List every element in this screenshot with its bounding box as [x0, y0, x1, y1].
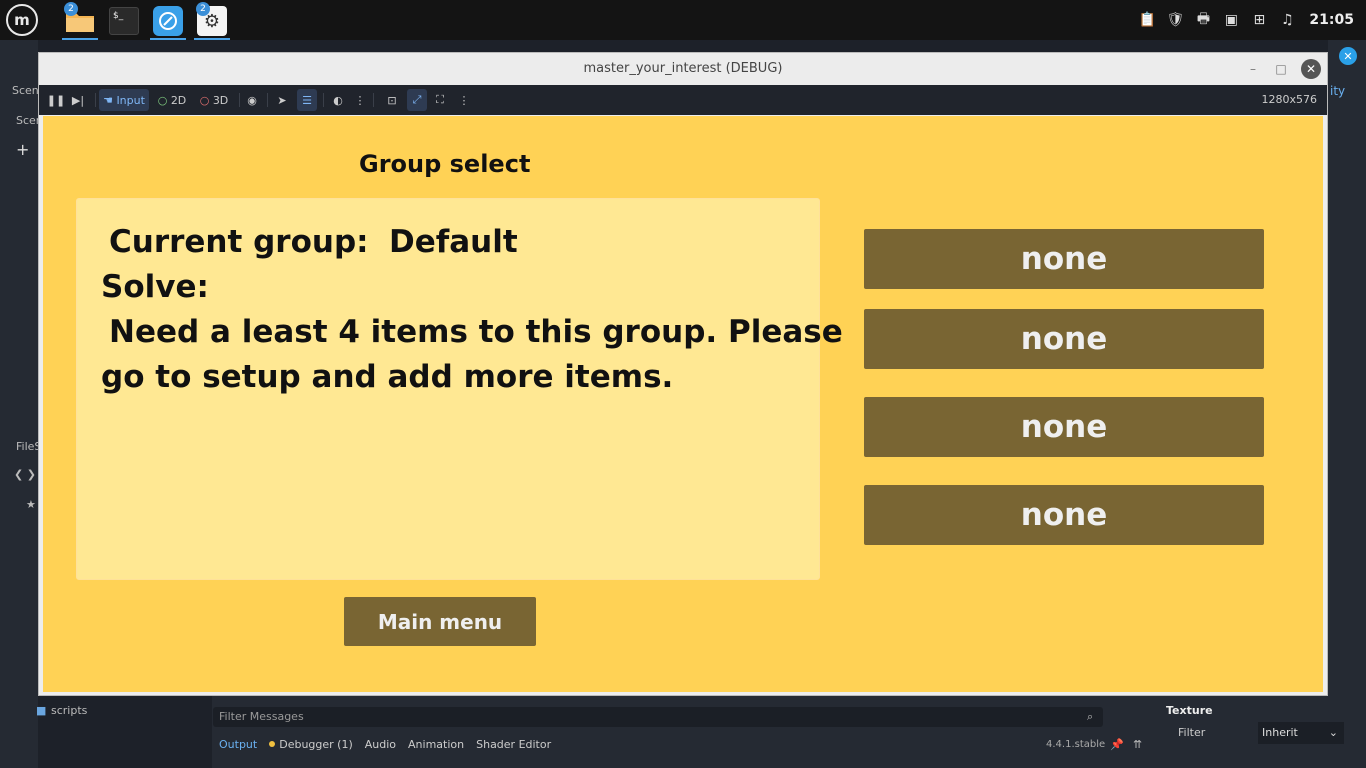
- taskbar-terminal-app[interactable]: $_: [106, 4, 142, 38]
- window-titlebar[interactable]: master_your_interest (DEBUG) – □ ✕: [39, 53, 1327, 85]
- editor-right-dock: [1328, 40, 1366, 696]
- tab-output[interactable]: Output: [219, 738, 257, 752]
- tab-animation[interactable]: Animation: [408, 738, 464, 752]
- more-options-icon[interactable]: ⋮: [353, 89, 367, 111]
- pointer-icon: ☚: [103, 93, 113, 107]
- fit-to-screen-icon[interactable]: ⤢: [407, 89, 427, 111]
- texture-filter-label: Filter: [1178, 726, 1206, 739]
- list-select-icon[interactable]: ☰: [297, 89, 317, 111]
- group-button-1[interactable]: none: [864, 229, 1264, 289]
- texture-filter-select[interactable]: Inherit ⌄: [1258, 722, 1344, 744]
- select-arrow-icon[interactable]: ➤: [273, 89, 291, 111]
- files-badge: 2: [64, 2, 78, 16]
- texture-section-header[interactable]: Texture: [1166, 704, 1213, 717]
- more-options-icon[interactable]: ⋮: [457, 89, 471, 111]
- eye-icon[interactable]: ◉: [243, 89, 261, 111]
- inspector-fragment: ity: [1330, 84, 1346, 98]
- chevron-down-icon: ⌄: [1328, 726, 1338, 739]
- clipboard-icon[interactable]: 📋: [1133, 0, 1161, 40]
- music-icon[interactable]: ♫: [1273, 0, 1301, 40]
- game-viewport: Group select Current group: Default Solv…: [43, 116, 1323, 692]
- input-toggle-button[interactable]: ☚ Input: [99, 89, 149, 111]
- message-line-2: go to setup and add more items.: [101, 359, 674, 395]
- add-node-icon[interactable]: +: [16, 140, 29, 159]
- godot-icon: [153, 6, 183, 36]
- resolution-label: 1280x576: [1261, 93, 1318, 106]
- bottom-tabs: Output Debugger (1) Audio Animation Shad…: [219, 738, 551, 752]
- favorites-star-icon[interactable]: ★: [26, 498, 36, 511]
- group-button-4[interactable]: none: [864, 485, 1264, 545]
- pause-icon[interactable]: ❚❚: [47, 89, 65, 111]
- taskbar-settings-app[interactable]: ⚙ 2: [194, 2, 230, 40]
- next-frame-icon[interactable]: ▶|: [69, 89, 87, 111]
- tab-shader-editor[interactable]: Shader Editor: [476, 738, 551, 752]
- clock[interactable]: 21:05: [1301, 12, 1366, 28]
- separator: [95, 93, 96, 107]
- settings-badge: 2: [196, 2, 210, 16]
- camera-icon[interactable]: ◐: [329, 89, 347, 111]
- system-tray: 📋 🛡 🖶 ▣ ⊞ ♫ 21:05: [1133, 0, 1366, 40]
- history-arrows-icon[interactable]: ❮ ❯: [14, 468, 36, 481]
- main-menu-button[interactable]: Main menu: [344, 597, 536, 646]
- folder-icon: ■: [36, 704, 47, 717]
- tab-audio[interactable]: Audio: [365, 738, 396, 752]
- separator: [373, 93, 374, 107]
- mint-menu-icon[interactable]: m: [6, 4, 38, 36]
- debug-toolbar: ❚❚ ▶| ☚ Input ○ 2D ○ 3D ◉ ➤ ☰ ◐ ⋮ ⊡ ⤢ ⛶ …: [39, 85, 1327, 115]
- close-button[interactable]: ✕: [1301, 59, 1321, 79]
- scripts-folder[interactable]: scripts: [51, 704, 87, 717]
- minimize-button[interactable]: –: [1243, 59, 1263, 79]
- search-icon: ⌕: [1087, 710, 1094, 723]
- tab-debugger[interactable]: Debugger (1): [269, 738, 353, 752]
- window-title: master_your_interest (DEBUG): [583, 61, 783, 76]
- terminal-icon: $_: [109, 7, 139, 35]
- mode-2d-button[interactable]: ○ 2D: [155, 89, 189, 111]
- update-icon[interactable]: ▣: [1217, 0, 1245, 40]
- message-line-1: Need a least 4 items to this group. Plea…: [109, 314, 843, 350]
- current-group-value: Default: [389, 224, 518, 260]
- page-title: Group select: [359, 150, 531, 178]
- solve-label: Solve:: [101, 269, 209, 305]
- printer-icon[interactable]: 🖶: [1189, 0, 1217, 40]
- taskbar: m 2 $_ ⚙ 2 📋 🛡 🖶 ▣ ⊞ ♫ 21:05: [0, 0, 1366, 40]
- warning-dot-icon: [269, 741, 276, 747]
- current-group-label: Current group:: [109, 224, 369, 260]
- separator: [267, 93, 268, 107]
- version-label: 4.4.1.stable: [1046, 739, 1106, 750]
- fullscreen-icon[interactable]: ⛶: [431, 89, 449, 111]
- zoom-fit-icon[interactable]: ⊡: [383, 89, 401, 111]
- maximize-button[interactable]: □: [1271, 59, 1291, 79]
- filter-messages-input[interactable]: Filter Messages: [213, 707, 1103, 727]
- circle-icon: ○: [199, 93, 210, 107]
- group-button-3[interactable]: none: [864, 397, 1264, 457]
- mode-3d-button[interactable]: ○ 3D: [197, 89, 231, 111]
- separator: [239, 93, 240, 107]
- pin-icon[interactable]: 📌: [1110, 738, 1124, 751]
- expand-panel-icon[interactable]: ⇈: [1133, 738, 1142, 751]
- info-panel: Current group: Default Solve: Need a lea…: [76, 198, 843, 580]
- separator: [323, 93, 324, 107]
- network-icon[interactable]: ⊞: [1245, 0, 1273, 40]
- taskbar-files-app[interactable]: 2: [62, 2, 98, 40]
- group-button-2[interactable]: none: [864, 309, 1264, 369]
- circle-icon: ○: [157, 93, 168, 107]
- game-window: master_your_interest (DEBUG) – □ ✕ ❚❚ ▶|…: [38, 52, 1328, 696]
- notification-close-icon[interactable]: ✕: [1339, 47, 1357, 65]
- shield-icon[interactable]: 🛡: [1161, 0, 1189, 40]
- taskbar-godot-app[interactable]: [150, 4, 186, 40]
